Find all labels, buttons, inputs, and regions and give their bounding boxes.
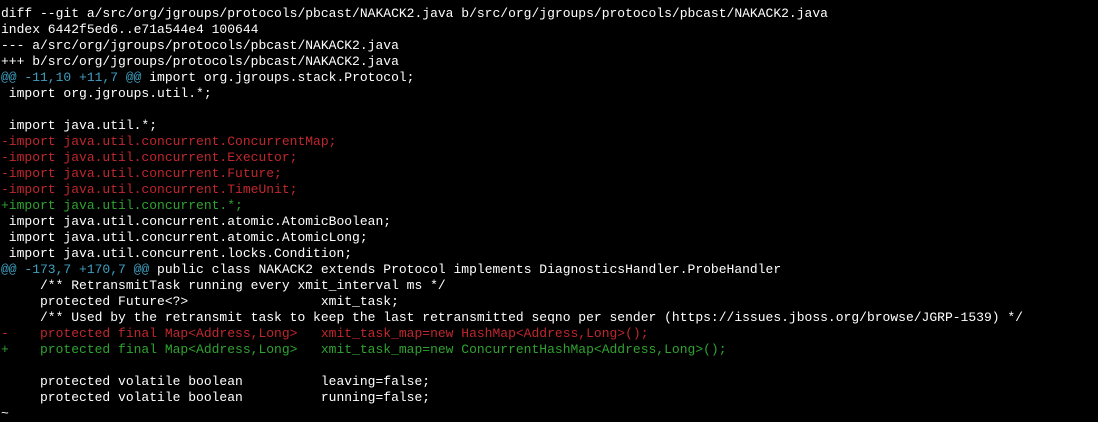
context-line: protected Future<?> xmit_task; xyxy=(1,294,399,309)
deleted-line: -import java.util.concurrent.Executor; xyxy=(1,150,298,165)
context-line: /** Used by the retransmit task to keep … xyxy=(1,310,1023,325)
diff-index-line: index 6442f5ed6..e71a544e4 100644 xyxy=(1,22,259,37)
context-line xyxy=(0,358,1098,374)
context-line xyxy=(0,102,1098,118)
hunk-marker: @@ -173,7 +170,7 @@ xyxy=(1,262,150,277)
deleted-line: - protected final Map<Address,Long> xmit… xyxy=(1,326,649,341)
pager-tilde-line: ~ xyxy=(1,406,9,421)
added-line: +import java.util.concurrent.*; xyxy=(1,198,243,213)
hunk-header-line: @@ -173,7 +170,7 @@ public class NAKACK2… xyxy=(0,262,1098,278)
context-line: import java.util.concurrent.atomic.Atomi… xyxy=(1,230,368,245)
diff-old-file-line: --- a/src/org/jgroups/protocols/pbcast/N… xyxy=(1,38,399,53)
context-line: import org.jgroups.util.*; xyxy=(1,86,212,101)
hunk-marker: @@ -11,10 +11,7 @@ xyxy=(1,70,142,85)
diff-new-file-line: +++ b/src/org/jgroups/protocols/pbcast/N… xyxy=(1,54,399,69)
context-line: protected volatile boolean leaving=false… xyxy=(1,374,431,389)
deleted-line: -import java.util.concurrent.ConcurrentM… xyxy=(1,134,337,149)
context-line: import java.util.*; xyxy=(1,118,158,133)
deleted-line: -import java.util.concurrent.Future; xyxy=(1,166,282,181)
terminal-window[interactable]: diff --git a/src/org/jgroups/protocols/p… xyxy=(0,0,1098,421)
hunk-context: public class NAKACK2 extends Protocol im… xyxy=(149,262,782,277)
context-line: protected volatile boolean running=false… xyxy=(1,390,431,405)
context-line: import java.util.concurrent.atomic.Atomi… xyxy=(1,214,392,229)
context-line: import java.util.concurrent.locks.Condit… xyxy=(1,246,353,261)
deleted-line: -import java.util.concurrent.TimeUnit; xyxy=(1,182,298,197)
context-line: /** RetransmitTask running every xmit_in… xyxy=(1,278,446,293)
added-line: + protected final Map<Address,Long> xmit… xyxy=(1,342,727,357)
diff-header-line: diff --git a/src/org/jgroups/protocols/p… xyxy=(1,6,828,21)
hunk-context: import org.jgroups.stack.Protocol; xyxy=(141,70,415,85)
hunk-header-line: @@ -11,10 +11,7 @@ import org.jgroups.st… xyxy=(0,70,1098,86)
